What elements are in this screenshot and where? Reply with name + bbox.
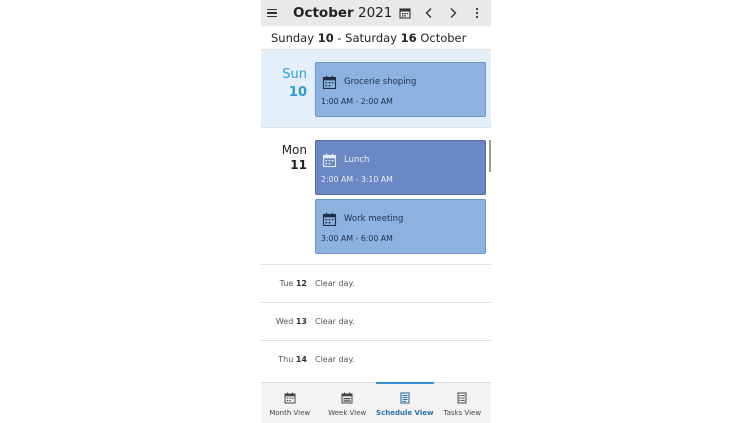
tab-label: Tasks View: [443, 409, 482, 417]
more-vertical-icon[interactable]: [469, 5, 485, 21]
day-name: Sun: [282, 67, 307, 82]
clear-day-text: Clear day.: [315, 355, 355, 364]
appointment-card[interactable]: Grocerie shoping 1:00 AM - 2:00 AM: [315, 62, 486, 117]
day-number: 14: [295, 355, 307, 364]
appointment-title: Grocerie shoping: [344, 77, 417, 87]
title-month: October: [293, 5, 354, 21]
day-label: Tue 12: [280, 279, 307, 288]
day-label: Wed 13: [276, 317, 307, 326]
chevron-right-icon[interactable]: [445, 5, 461, 21]
day-number: 11: [290, 158, 307, 172]
tab-label: Week View: [328, 409, 367, 417]
appointment-time: 1:00 AM - 2:00 AM: [321, 97, 393, 106]
day-name: Thu: [278, 355, 294, 364]
clear-day-text: Clear day.: [315, 279, 355, 288]
calendar-icon[interactable]: [397, 5, 413, 21]
range-end-month: October: [420, 31, 467, 45]
range-separator: -: [333, 31, 346, 45]
tab-month-view[interactable]: Month View: [261, 383, 319, 423]
calendar-icon: [322, 153, 337, 168]
scrollbar[interactable]: [489, 140, 491, 172]
tab-week-view[interactable]: Week View: [319, 383, 377, 423]
tab-label: Schedule View: [376, 409, 434, 417]
page-title: October 2021: [293, 5, 392, 21]
appointment-title: Work meeting: [344, 214, 404, 224]
list-item[interactable]: Wed 13 Clear day.: [261, 303, 491, 341]
chevron-left-icon[interactable]: [421, 5, 437, 21]
month-calendar-icon: [284, 392, 296, 404]
top-bar: October 2021: [261, 0, 491, 26]
day-label: Thu 14: [278, 355, 307, 364]
active-tab-indicator: [376, 382, 434, 384]
title-year: 2021: [357, 5, 393, 21]
list-item[interactable]: Thu 14 Clear day.: [261, 341, 491, 379]
tab-schedule-view[interactable]: Schedule View: [376, 382, 434, 423]
scheduler-app: October 2021 Sunday 10 - Saturday 16 Oct…: [261, 0, 491, 423]
week-calendar-icon: [341, 392, 353, 404]
range-end-day: 16: [400, 31, 417, 45]
tasks-list-icon: [457, 392, 467, 404]
clear-day-text: Clear day.: [315, 317, 355, 326]
calendar-icon: [322, 212, 337, 227]
appointment-card[interactable]: Work meeting 3:00 AM - 6:00 AM: [315, 199, 486, 254]
range-start-day: 10: [317, 31, 334, 45]
appointment-time: 2:00 AM - 3:10 AM: [321, 175, 393, 184]
day-group-sun: Sun 10 Grocerie shoping 1:00 AM - 2:00 A…: [261, 50, 491, 128]
day-name: Mon: [281, 143, 307, 157]
day-number: 12: [295, 279, 307, 288]
day-number: 10: [288, 85, 307, 100]
day-number: 13: [295, 317, 307, 326]
calendar-icon: [322, 75, 337, 90]
date-range-label: Sunday 10 - Saturday 16 October: [261, 26, 491, 50]
range-start-weekday: Sunday: [271, 31, 315, 45]
tab-tasks-view[interactable]: Tasks View: [434, 383, 492, 423]
hamburger-icon[interactable]: [267, 5, 281, 21]
day-name: Wed: [275, 317, 294, 326]
day-name: Tue: [279, 279, 294, 288]
tab-label: Month View: [269, 409, 311, 417]
list-item[interactable]: Tue 12 Clear day.: [261, 265, 491, 303]
bottom-navigation: Month View Week View Schedule View Tasks…: [261, 382, 491, 423]
day-group-mon: Mon 11 Lunch 2:00 AM - 3:10 AM Work meet…: [261, 128, 491, 265]
schedule-list-icon: [400, 392, 410, 404]
range-end-weekday: Saturday: [345, 31, 397, 45]
appointment-title: Lunch: [344, 155, 370, 165]
appointment-time: 3:00 AM - 6:00 AM: [321, 234, 393, 243]
appointment-card[interactable]: Lunch 2:00 AM - 3:10 AM: [315, 140, 486, 195]
